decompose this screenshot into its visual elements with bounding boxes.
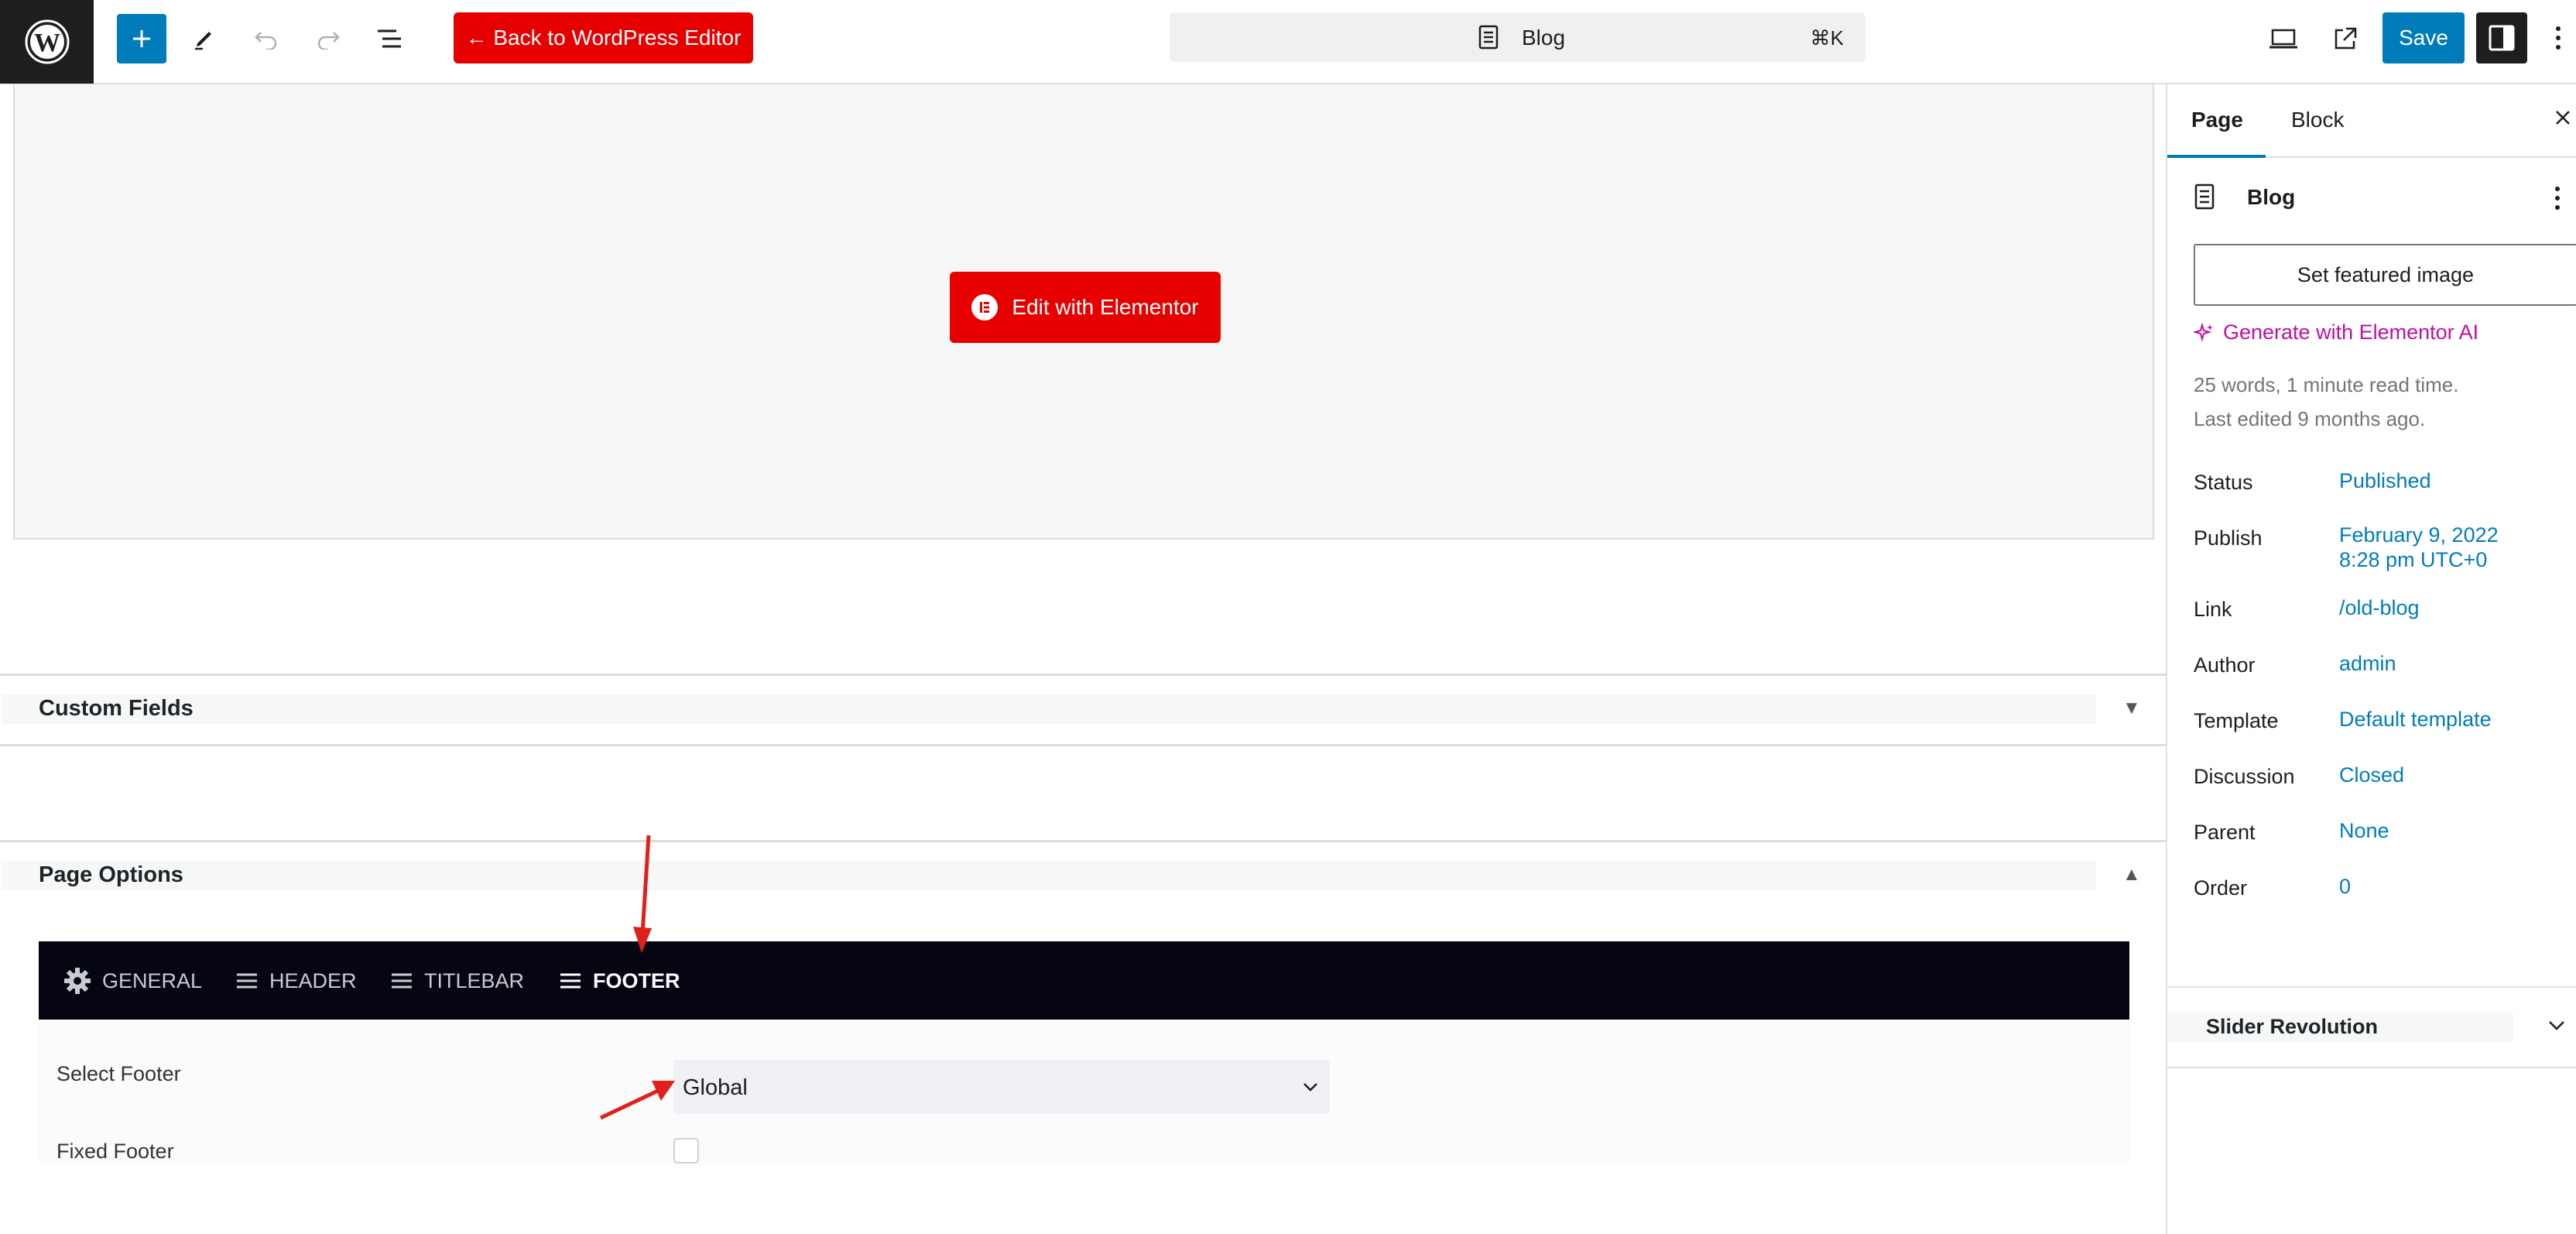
back-to-wordpress-editor-button[interactable]: ← Back to WordPress Editor [454, 12, 753, 63]
fixed-footer-checkbox[interactable] [673, 1138, 699, 1164]
edit-with-elementor-button[interactable]: Edit with Elementor [950, 272, 1221, 343]
page-options-tabs: GENERAL HEADER TITLEBAR FOOTER [39, 941, 2129, 1020]
elementor-logo-icon [971, 294, 999, 320]
save-button[interactable]: Save [2382, 12, 2465, 63]
fixed-footer-label: Fixed Footer [57, 1140, 174, 1163]
document-summary: Blog [2194, 183, 2565, 214]
link-label: Link [2194, 598, 2232, 621]
tab-block[interactable]: Block [2291, 108, 2344, 132]
chevron-down-icon[interactable] [2545, 1014, 2568, 1037]
gear-icon [64, 968, 91, 994]
page-options-title: Page Options [39, 862, 183, 887]
template-value[interactable]: Default template [2339, 707, 2492, 732]
options-more-icon[interactable] [2547, 19, 2570, 57]
view-external-icon[interactable] [2321, 14, 2370, 63]
set-featured-image-label: Set featured image [2297, 262, 2475, 286]
tab-header[interactable]: HEADER [235, 968, 357, 994]
tab-general[interactable]: GENERAL [63, 968, 202, 994]
parent-label: Parent [2194, 821, 2256, 844]
last-edited-text: Last edited 9 months ago. [2194, 407, 2426, 430]
page-document-icon [2194, 183, 2215, 210]
page-options-header[interactable]: Page Options [2, 861, 2096, 890]
generate-with-elementor-ai-link[interactable]: Generate with Elementor AI [2194, 320, 2478, 344]
close-icon[interactable] [2553, 108, 2573, 128]
settings-sidebar: Page Block Blog Set featured image Gener… [2166, 84, 2576, 1234]
edit-with-elementor-label: Edit with Elementor [1012, 295, 1199, 319]
custom-fields-metabox: Custom Fields ▼ [0, 674, 2166, 746]
slider-revolution-title: Slider Revolution [2206, 1015, 2379, 1038]
menu-lines-icon [237, 973, 257, 989]
parent-value[interactable]: None [2339, 818, 2389, 843]
custom-fields-title: Custom Fields [39, 696, 194, 721]
custom-fields-header[interactable]: Custom Fields [2, 694, 2096, 724]
tab-titlebar[interactable]: TITLEBAR [390, 968, 524, 994]
elementor-canvas-placeholder: Edit with Elementor [13, 84, 2154, 540]
status-label: Status [2194, 471, 2253, 494]
annotation-arrow-right-icon [599, 1081, 675, 1120]
command-palette-button[interactable]: Blog ⌘K [1170, 12, 1865, 62]
tab-general-label: GENERAL [102, 968, 203, 992]
menu-lines-icon [392, 973, 412, 989]
preview-device-icon[interactable] [2259, 14, 2308, 63]
back-button-label: ← Back to WordPress Editor [465, 26, 742, 50]
select-footer-label: Select Footer [57, 1062, 181, 1085]
publish-value[interactable]: February 9, 2022 8:28 pm UTC+0 [2339, 523, 2499, 572]
redo-icon[interactable] [303, 14, 353, 63]
sparkle-icon [2194, 322, 2213, 342]
menu-lines-icon [560, 973, 581, 989]
chevron-down-icon [1303, 1083, 1317, 1092]
word-count-text: 25 words, 1 minute read time. [2194, 373, 2459, 396]
author-value[interactable]: admin [2339, 651, 2396, 676]
keyboard-shortcut: ⌘K [1810, 26, 1844, 50]
order-label: Order [2194, 876, 2248, 900]
tab-header-label: HEADER [269, 968, 357, 992]
publish-label: Publish [2194, 526, 2263, 550]
wordpress-logo-icon[interactable]: W [0, 0, 94, 84]
generate-ai-label: Generate with Elementor AI [2223, 320, 2479, 344]
publish-time: 8:28 pm UTC+0 [2339, 548, 2488, 571]
discussion-value[interactable]: Closed [2339, 763, 2404, 787]
slider-revolution-header[interactable]: Slider Revolution [2167, 1013, 2513, 1042]
custom-fields-toggle-icon[interactable]: ▼ [2122, 698, 2141, 719]
page-document-icon [1478, 25, 1499, 55]
select-footer-value: Global [683, 1075, 748, 1100]
tab-titlebar-label: TITLEBAR [424, 968, 525, 992]
sidebar-document-title: Blog [2247, 185, 2296, 209]
order-value[interactable]: 0 [2339, 874, 2351, 899]
template-label: Template [2194, 709, 2279, 732]
tools-pencil-icon[interactable] [180, 14, 229, 63]
sidebar-panel-icon [2489, 25, 2515, 51]
author-label: Author [2194, 653, 2256, 677]
settings-sidebar-toggle[interactable] [2476, 12, 2527, 63]
svg-text:W: W [34, 29, 60, 57]
publish-date: February 9, 2022 [2339, 523, 2499, 547]
block-inserter-button[interactable] [117, 14, 166, 63]
sidebar-tabs: Page Block [2167, 84, 2576, 158]
document-title: Blog [1522, 26, 1566, 50]
active-tab-indicator [2167, 155, 2266, 158]
footer-options-panel: Select Footer Global Fixed Footer [39, 1020, 2129, 1165]
editor-toolbar: W ← Back to WordPress Editor Blog ⌘K Sav… [0, 0, 2576, 84]
tab-footer-label: FOOTER [593, 968, 680, 992]
more-actions-icon[interactable] [2554, 185, 2561, 211]
page-options-toggle-icon[interactable]: ▲ [2122, 864, 2141, 886]
status-value[interactable]: Published [2339, 468, 2431, 493]
link-value[interactable]: /old-blog [2339, 595, 2420, 620]
annotation-arrow-down-icon [633, 835, 652, 953]
discussion-label: Discussion [2194, 765, 2295, 788]
slider-revolution-panel: Slider Revolution [2167, 986, 2576, 1068]
tab-page[interactable]: Page [2191, 108, 2243, 132]
tab-footer[interactable]: FOOTER [559, 968, 680, 994]
document-overview-icon[interactable] [365, 14, 415, 63]
undo-icon[interactable] [242, 14, 291, 63]
set-featured-image-button[interactable]: Set featured image [2194, 244, 2576, 306]
save-button-label: Save [2399, 26, 2448, 50]
select-footer-dropdown[interactable]: Global [673, 1060, 1330, 1114]
